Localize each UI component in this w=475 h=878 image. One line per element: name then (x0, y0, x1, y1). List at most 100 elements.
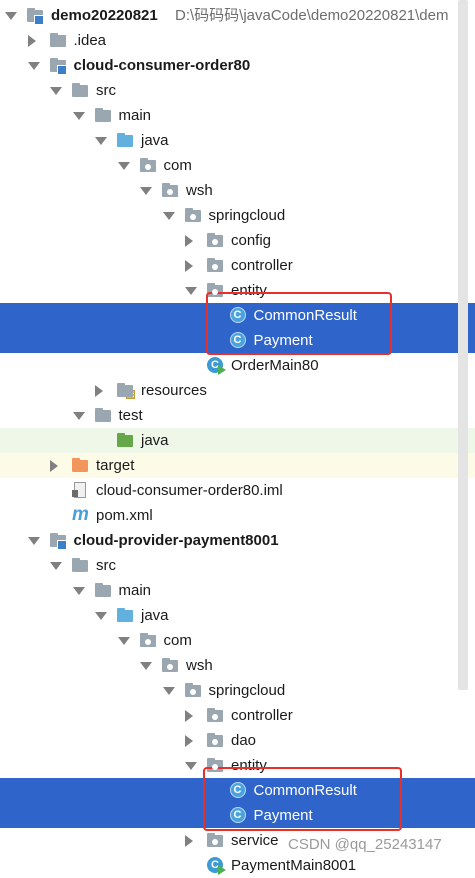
tree-row-demo20220821[interactable]: demo20220821 D:\码码码\javaCode\demo20220821… (0, 3, 475, 28)
iml-file-icon (72, 482, 86, 498)
java-class-icon: C (229, 782, 246, 798)
tree-row-entity[interactable]: entity (0, 753, 475, 778)
tree-row-entity[interactable]: entity (0, 278, 475, 303)
tree-row-cloud-provider-payment8001[interactable]: cloud-provider-payment8001 (0, 528, 475, 553)
tree-row-label: Payment (253, 807, 313, 824)
tree-row-java[interactable]: java (0, 128, 475, 153)
tree-row-commonresult[interactable]: C CommonResult (0, 778, 475, 803)
tree-row-label: java (141, 607, 169, 624)
expand-arrow-down-icon[interactable] (140, 662, 152, 670)
tree-row-label: com (163, 157, 192, 174)
project-path: D:\码码码\javaCode\demo20220821\dem (175, 7, 449, 24)
module-icon (49, 532, 68, 550)
folder-icon (94, 582, 113, 599)
tree-row-resources[interactable]: resources (0, 378, 475, 403)
tree-row-main[interactable]: main (0, 103, 475, 128)
package-icon (207, 757, 225, 774)
expand-arrow-right-icon[interactable] (185, 835, 193, 847)
module-icon (49, 57, 68, 75)
tree-row-com[interactable]: com (0, 153, 475, 178)
expand-arrow-down-icon[interactable] (185, 287, 197, 295)
tree-row-config[interactable]: config (0, 228, 475, 253)
expand-arrow-down-icon[interactable] (50, 87, 62, 95)
package-icon (207, 732, 225, 749)
tree-row-target[interactable]: target (0, 453, 475, 478)
tree-row-wsh[interactable]: wsh (0, 178, 475, 203)
expand-arrow-down-icon[interactable] (5, 12, 17, 20)
tree-row-label: springcloud (208, 682, 286, 699)
tree-row-label: main (118, 582, 152, 599)
tree-row-label: cloud-provider-payment8001 (73, 532, 279, 549)
expand-arrow-right-icon[interactable] (185, 260, 193, 272)
tree-row-main[interactable]: main (0, 578, 475, 603)
expand-arrow-down-icon[interactable] (117, 637, 130, 645)
expand-arrow-down-icon[interactable] (95, 137, 107, 145)
tree-row-test[interactable]: test (0, 403, 475, 428)
folder-icon (94, 407, 113, 424)
tree-row-label: service (231, 832, 279, 849)
watermark-text: CSDN @qq_25243147 (288, 836, 442, 853)
folder-icon (72, 82, 90, 99)
tree-row-commonresult[interactable]: C CommonResult (0, 303, 475, 328)
tree-row-controller[interactable]: controller (0, 703, 475, 728)
tree-row-dao[interactable]: dao (0, 728, 475, 753)
tree-row-payment[interactable]: C Payment (0, 803, 475, 828)
expand-arrow-down-icon[interactable] (140, 187, 152, 195)
tree-row-payment[interactable]: C Payment (0, 328, 475, 353)
main-class-icon: C (207, 857, 226, 875)
tree-row-label: wsh (186, 182, 213, 199)
package-icon (139, 632, 158, 649)
tree-row-wsh[interactable]: wsh (0, 653, 475, 678)
package-icon (162, 657, 180, 674)
tree-row--idea[interactable]: .idea (0, 28, 475, 53)
tree-row-springcloud[interactable]: springcloud (0, 678, 475, 703)
expand-arrow-right-icon[interactable] (95, 385, 103, 397)
tree-row-label: demo20220821 (51, 7, 158, 24)
tree-row-java[interactable]: java (0, 603, 475, 628)
expand-arrow-down-icon[interactable] (72, 412, 85, 420)
tree-row-com[interactable]: com (0, 628, 475, 653)
expand-arrow-right-icon[interactable] (185, 235, 193, 247)
tree-row-label: controller (231, 257, 293, 274)
expand-arrow-down-icon[interactable] (162, 212, 175, 220)
package-icon (207, 707, 225, 724)
tree-row-ordermain80[interactable]: C OrderMain80 (0, 353, 475, 378)
expand-arrow-down-icon[interactable] (72, 587, 85, 595)
vertical-scrollbar[interactable] (458, 0, 468, 690)
folder-icon (49, 32, 68, 49)
tree-row-cloud-consumer-order80-iml[interactable]: cloud-consumer-order80.iml (0, 478, 475, 503)
resources-folder-icon (117, 382, 135, 399)
source-folder-icon (117, 132, 135, 149)
expand-arrow-down-icon[interactable] (185, 762, 197, 770)
tree-row-cloud-consumer-order80[interactable]: cloud-consumer-order80 (0, 53, 475, 78)
tree-row-label: Payment (253, 332, 313, 349)
module-icon (27, 7, 45, 25)
expand-arrow-right-icon[interactable] (27, 35, 36, 47)
expand-arrow-down-icon[interactable] (72, 112, 85, 120)
tree-row-springcloud[interactable]: springcloud (0, 203, 475, 228)
expand-arrow-right-icon[interactable] (50, 460, 58, 472)
project-tree: demo20220821 D:\码码码\javaCode\demo20220821… (0, 3, 475, 878)
tree-row-label: java (141, 132, 169, 149)
package-icon (184, 207, 203, 224)
package-icon (207, 232, 225, 249)
tree-row-pom-xml[interactable]: m pom.xml (0, 503, 475, 528)
tree-row-java[interactable]: java (0, 428, 475, 453)
expand-arrow-down-icon[interactable] (50, 562, 62, 570)
expand-arrow-down-icon[interactable] (27, 537, 40, 545)
tree-row-label: controller (231, 707, 293, 724)
tree-row-src[interactable]: src (0, 553, 475, 578)
folder-icon (72, 557, 90, 574)
expand-arrow-right-icon[interactable] (185, 710, 193, 722)
expand-arrow-right-icon[interactable] (185, 735, 193, 747)
java-class-icon: C (229, 307, 246, 323)
expand-arrow-down-icon[interactable] (117, 162, 130, 170)
tree-row-label: cloud-consumer-order80 (73, 57, 251, 74)
expand-arrow-down-icon[interactable] (27, 62, 40, 70)
tree-row-label: src (96, 82, 116, 99)
tree-row-src[interactable]: src (0, 78, 475, 103)
tree-row-label: src (96, 557, 116, 574)
expand-arrow-down-icon[interactable] (162, 687, 175, 695)
expand-arrow-down-icon[interactable] (95, 612, 107, 620)
tree-row-controller[interactable]: controller (0, 253, 475, 278)
